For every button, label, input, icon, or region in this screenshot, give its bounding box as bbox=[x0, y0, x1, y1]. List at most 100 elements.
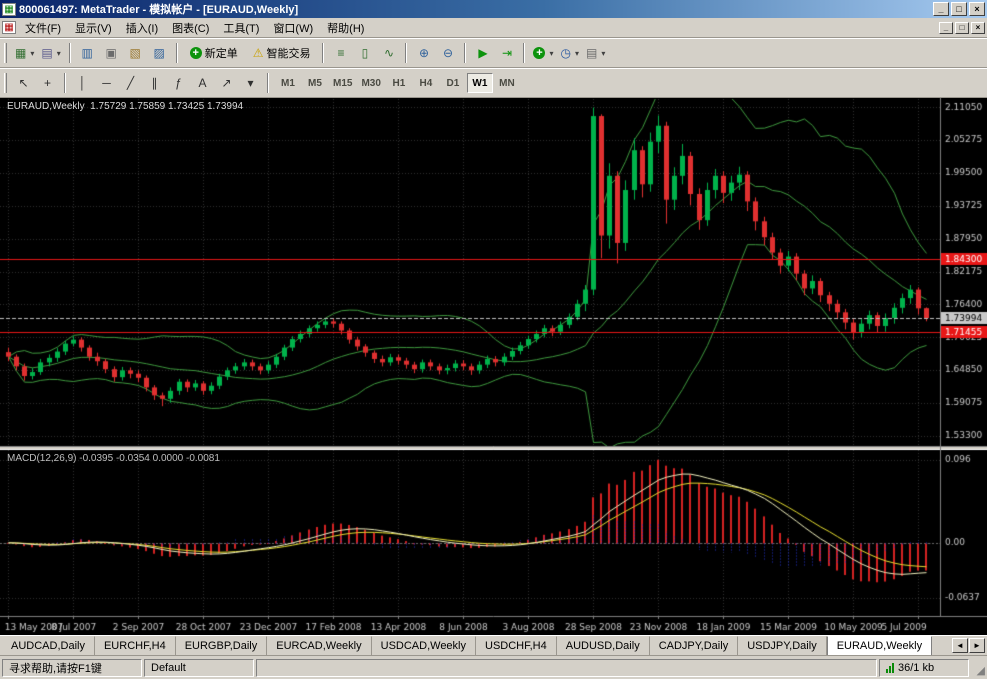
navigator-icon: ▧ bbox=[130, 47, 141, 59]
arrows-tool-icon: ↗ bbox=[221, 77, 231, 89]
new-order-icon: + bbox=[190, 47, 202, 59]
chart-document-icon[interactable]: ▦ bbox=[2, 21, 16, 34]
dropdown-arrow-icon: ▾ bbox=[575, 49, 579, 58]
profiles-button[interactable]: ▤▾ bbox=[38, 42, 63, 64]
status-traffic: 36/1 kb bbox=[879, 659, 969, 677]
timeframe-mn-button[interactable]: MN bbox=[494, 73, 520, 93]
horizontal-line-icon: ─ bbox=[102, 77, 111, 89]
chart-tab-usdchf-h4[interactable]: USDCHF,H4 bbox=[476, 636, 557, 655]
timeframe-d1-button[interactable]: D1 bbox=[440, 73, 466, 93]
zoom-out-button[interactable]: ⊖ bbox=[436, 42, 459, 64]
menubar: ▦ 文件(F)显示(V)插入(I)图表(C)工具(T)窗口(W)帮助(H) _□… bbox=[0, 18, 987, 38]
trendline-icon: ╱ bbox=[127, 77, 134, 89]
cursor-icon: ↖ bbox=[18, 77, 28, 89]
expert-advisors-button[interactable]: ⚠智能交易 bbox=[246, 42, 318, 64]
chart-tab-audcad-daily[interactable]: AUDCAD,Daily bbox=[2, 636, 95, 655]
timeframe-m30-button[interactable]: M30 bbox=[357, 73, 384, 93]
zoom-in-button[interactable]: ⊕ bbox=[412, 42, 435, 64]
candlestick-mode-icon: ▯ bbox=[362, 47, 369, 59]
tab-scroll-left-button[interactable]: ◄ bbox=[952, 638, 968, 653]
menu-item-view[interactable]: 显示(V) bbox=[68, 17, 119, 39]
timeframe-h1-button[interactable]: H1 bbox=[386, 73, 412, 93]
navigator-button[interactable]: ▧ bbox=[124, 42, 147, 64]
chart-tab-euraud-weekly[interactable]: EURAUD,Weekly bbox=[827, 636, 932, 655]
market-watch-button[interactable]: ▥ bbox=[76, 42, 99, 64]
chart-ohlc-header: EURAUD,Weekly 1.75729 1.75859 1.73425 1.… bbox=[7, 101, 243, 112]
cursor-button[interactable]: ↖ bbox=[12, 72, 35, 94]
timeframe-h4-button[interactable]: H4 bbox=[413, 73, 439, 93]
timeframe-m1-button[interactable]: M1 bbox=[275, 73, 301, 93]
trendline-button[interactable]: ╱ bbox=[119, 72, 142, 94]
bar-chart-mode-button[interactable]: ≡ bbox=[329, 42, 352, 64]
indicators-icon: + bbox=[533, 47, 545, 59]
new-chart-button[interactable]: ▦▾ bbox=[12, 42, 37, 64]
terminal-button[interactable]: ▨ bbox=[148, 42, 171, 64]
templates-icon: ▤ bbox=[586, 47, 597, 59]
vertical-line-button[interactable]: │ bbox=[71, 72, 94, 94]
mdi-minimize-button[interactable]: _ bbox=[939, 22, 953, 34]
menu-item-help[interactable]: 帮助(H) bbox=[320, 17, 371, 39]
dropdown-arrow-icon: ▾ bbox=[601, 49, 605, 58]
chart-tab-usdcad-weekly[interactable]: USDCAD,Weekly bbox=[372, 636, 476, 655]
periods-icon: ◷ bbox=[561, 47, 571, 59]
chart-tab-eurcad-weekly[interactable]: EURCAD,Weekly bbox=[267, 636, 371, 655]
shapes-button[interactable]: ▾ bbox=[239, 72, 262, 94]
mdi-close-button[interactable]: × bbox=[971, 22, 985, 34]
timeframe-m5-button[interactable]: M5 bbox=[302, 73, 328, 93]
chart-tab-eurchf-h4[interactable]: EURCHF,H4 bbox=[95, 636, 176, 655]
terminal-icon: ▨ bbox=[154, 47, 165, 59]
menu-item-window[interactable]: 窗口(W) bbox=[266, 17, 320, 39]
toolbar-drag-handle[interactable] bbox=[4, 73, 7, 93]
standard-toolbar: ▦▾▤▾▥▣▧▨+新定单⚠智能交易≡▯∿⊕⊖▶⇥+▾◷▾▤▾ bbox=[0, 38, 987, 68]
new-order-button[interactable]: +新定单 bbox=[183, 42, 245, 64]
periods-button[interactable]: ◷▾ bbox=[558, 42, 583, 64]
restore-button[interactable]: □ bbox=[951, 2, 967, 16]
toolbar-separator bbox=[64, 73, 66, 93]
menu-items: 文件(F)显示(V)插入(I)图表(C)工具(T)窗口(W)帮助(H) bbox=[18, 17, 939, 39]
mdi-restore-button[interactable]: □ bbox=[955, 22, 969, 34]
indicators-button[interactable]: +▾ bbox=[530, 42, 556, 64]
data-window-button[interactable]: ▣ bbox=[100, 42, 123, 64]
dropdown-arrow-icon: ▾ bbox=[549, 49, 553, 58]
toolbar-separator bbox=[267, 73, 269, 93]
chart-tab-eurgbp-daily[interactable]: EURGBP,Daily bbox=[176, 636, 268, 655]
chart-shift-button[interactable]: ⇥ bbox=[495, 42, 518, 64]
text-label-button[interactable]: A bbox=[191, 72, 214, 94]
chart-tab-cadjpy-daily[interactable]: CADJPY,Daily bbox=[650, 636, 739, 655]
app-icon: ▦ bbox=[2, 3, 16, 16]
mdi-window-controls: _□× bbox=[939, 22, 985, 34]
crosshair-button[interactable]: + bbox=[36, 72, 59, 94]
candlestick-mode-button[interactable]: ▯ bbox=[353, 42, 376, 64]
dropdown-arrow-icon: ▾ bbox=[57, 49, 61, 58]
timeframe-m15-button[interactable]: M15 bbox=[329, 73, 356, 93]
status-profile-text: Default bbox=[151, 662, 186, 674]
candlestick-chart[interactable] bbox=[0, 98, 987, 635]
equidistant-channel-button[interactable]: ∥ bbox=[143, 72, 166, 94]
text-label-icon: A bbox=[198, 77, 206, 89]
timeframe-w1-button[interactable]: W1 bbox=[467, 73, 493, 93]
menu-item-insert[interactable]: 插入(I) bbox=[119, 17, 165, 39]
fibonacci-button[interactable]: ƒ bbox=[167, 72, 190, 94]
resize-grip[interactable]: ◢ bbox=[971, 659, 985, 677]
templates-button[interactable]: ▤▾ bbox=[583, 42, 608, 64]
menu-item-tools[interactable]: 工具(T) bbox=[216, 17, 266, 39]
horizontal-line-button[interactable]: ─ bbox=[95, 72, 118, 94]
minimize-button[interactable]: _ bbox=[933, 2, 949, 16]
toolbar-separator bbox=[322, 43, 324, 63]
auto-scroll-icon: ▶ bbox=[478, 47, 487, 59]
standard-toolbar-buttons: ▦▾▤▾▥▣▧▨+新定单⚠智能交易≡▯∿⊕⊖▶⇥+▾◷▾▤▾ bbox=[12, 42, 608, 64]
chart-tab-usdjpy-daily[interactable]: USDJPY,Daily bbox=[738, 636, 827, 655]
crosshair-icon: + bbox=[44, 77, 51, 89]
tab-scroll-right-button[interactable]: ► bbox=[969, 638, 985, 653]
shapes-icon: ▾ bbox=[247, 77, 253, 89]
arrows-tool-button[interactable]: ↗ bbox=[215, 72, 238, 94]
menu-item-file[interactable]: 文件(F) bbox=[18, 17, 68, 39]
auto-scroll-button[interactable]: ▶ bbox=[471, 42, 494, 64]
toolbar-drag-handle[interactable] bbox=[4, 43, 7, 63]
chart-tab-audusd-daily[interactable]: AUDUSD,Daily bbox=[557, 636, 650, 655]
close-button[interactable]: × bbox=[969, 2, 985, 16]
toolbar-separator bbox=[523, 43, 525, 63]
menu-item-charts[interactable]: 图表(C) bbox=[165, 17, 216, 39]
line-chart-mode-button[interactable]: ∿ bbox=[377, 42, 400, 64]
chart-tabbar: AUDCAD,DailyEURCHF,H4EURGBP,DailyEURCAD,… bbox=[0, 635, 987, 655]
